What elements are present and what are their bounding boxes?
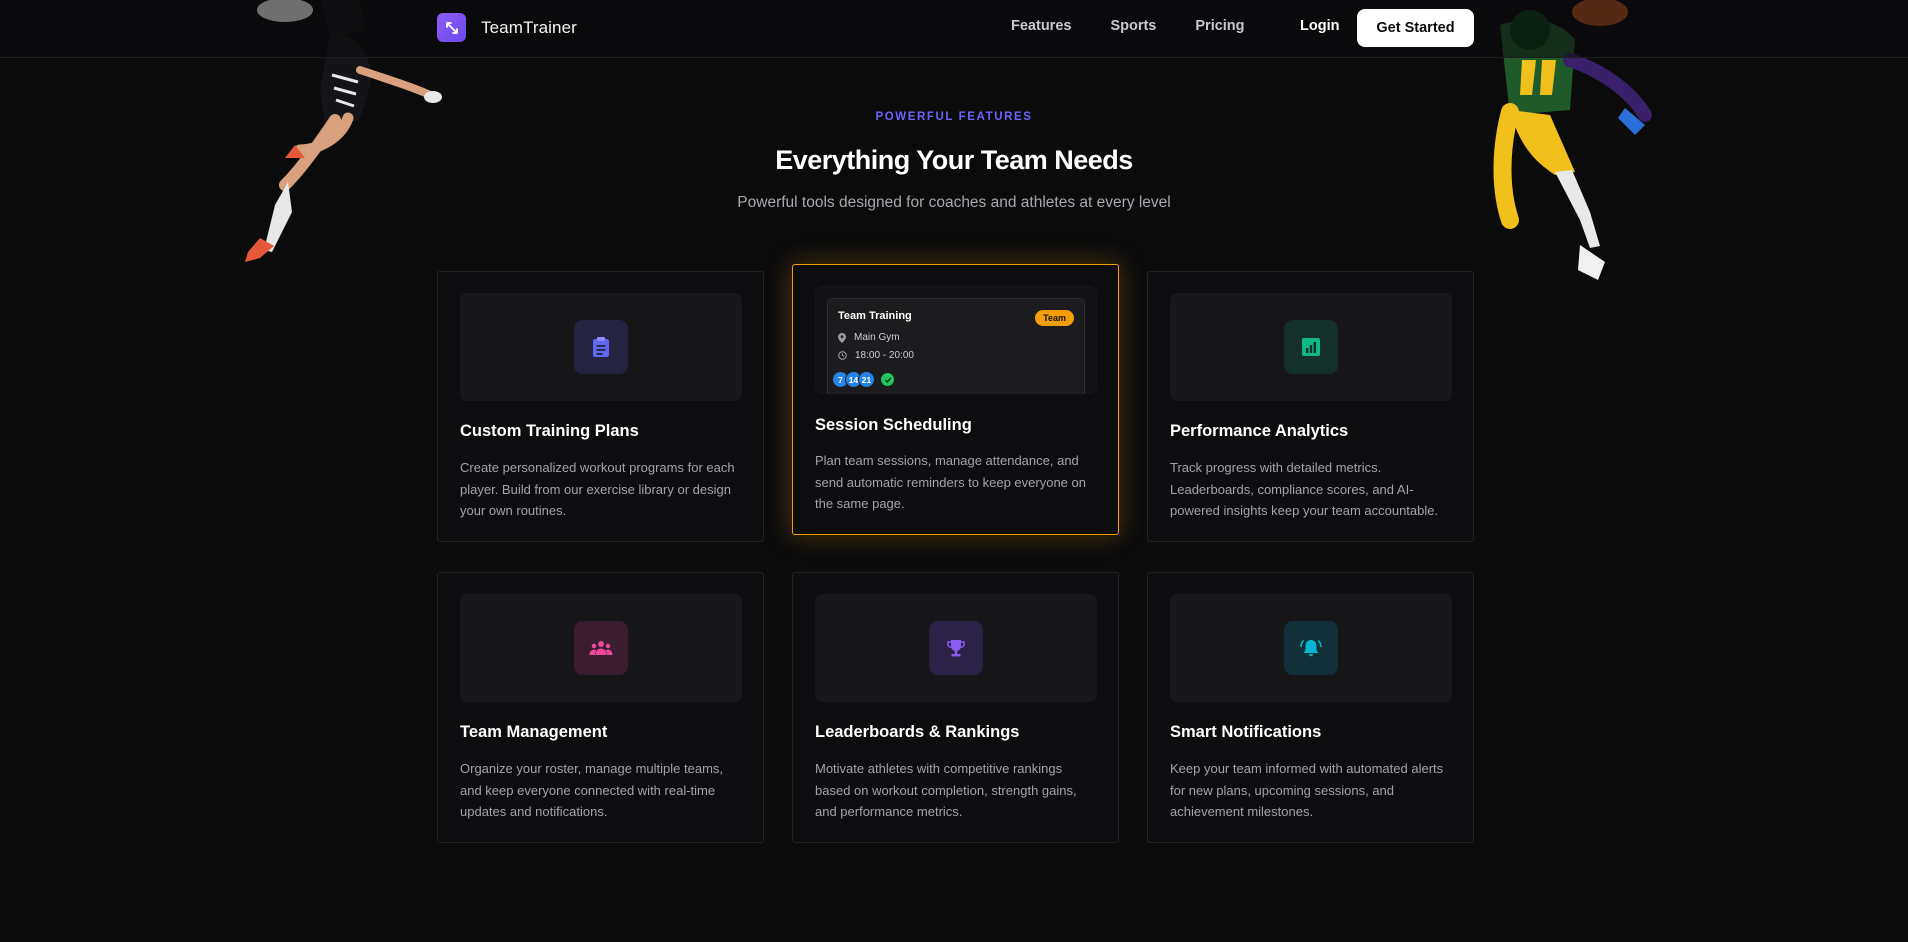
feature-card-smart-notifications[interactable]: Smart Notifications Keep your team infor… — [1147, 572, 1474, 843]
check-icon — [881, 373, 894, 386]
top-navbar: TeamTrainer Features Sports Pricing Logi… — [0, 0, 1908, 58]
feature-card-team-management[interactable]: Team Management Organize your roster, ma… — [437, 572, 764, 843]
nav-link-sports[interactable]: Sports — [1110, 18, 1156, 34]
feature-card-performance-analytics[interactable]: Performance Analytics Track progress wit… — [1147, 271, 1474, 542]
feature-card-session-scheduling[interactable]: Team Training Team Main Gym 18:00 - 20:0… — [792, 264, 1119, 535]
feature-card-training-plans[interactable]: Custom Training Plans Create personalize… — [437, 271, 764, 542]
feature-description: Organize your roster, manage multiple te… — [460, 761, 724, 819]
feature-title: Smart Notifications — [1170, 723, 1322, 741]
brand-name: TeamTrainer — [481, 17, 577, 37]
feature-card-leaderboards[interactable]: Leaderboards & Rankings Motivate athlete… — [792, 572, 1119, 843]
analytics-icon — [1284, 320, 1338, 374]
nav-links: Features Sports Pricing — [1011, 18, 1245, 34]
session-title: Team Training — [838, 310, 912, 322]
clipboard-icon — [574, 320, 628, 374]
session-location-row: Main Gym — [838, 332, 900, 343]
feature-title: Leaderboards & Rankings — [815, 723, 1020, 741]
feature-title: Team Management — [460, 723, 608, 741]
logo-icon — [437, 13, 466, 42]
feature-description: Keep your team informed with automated a… — [1170, 761, 1444, 819]
nav-link-features[interactable]: Features — [1011, 18, 1071, 34]
feature-description: Track progress with detailed metrics. Le… — [1170, 460, 1439, 518]
feature-icon-box — [1170, 293, 1452, 401]
feature-icon-box — [815, 594, 1097, 702]
trophy-icon — [929, 621, 983, 675]
attendee-avatars: 7 14 21 — [832, 371, 894, 388]
feature-description: Motivate athletes with competitive ranki… — [815, 761, 1077, 819]
bell-icon — [1284, 621, 1338, 675]
brand[interactable]: TeamTrainer — [437, 13, 577, 42]
feature-title: Performance Analytics — [1170, 422, 1349, 440]
group-icon — [574, 621, 628, 675]
nav-link-pricing[interactable]: Pricing — [1195, 18, 1244, 34]
feature-title: Custom Training Plans — [460, 422, 639, 440]
clock-icon — [838, 351, 847, 360]
session-card: Team Training Team Main Gym 18:00 - 20:0… — [827, 298, 1085, 394]
schedule-preview: Team Training Team Main Gym 18:00 - 20:0… — [815, 286, 1097, 394]
feature-icon-box — [460, 594, 742, 702]
session-badge: Team — [1035, 310, 1074, 326]
location-pin-icon — [838, 332, 846, 343]
feature-title: Session Scheduling — [815, 416, 972, 434]
attendee-avatar: 21 — [858, 371, 875, 388]
feature-icon-box — [1170, 594, 1452, 702]
session-time-row: 18:00 - 20:00 — [838, 350, 914, 361]
feature-description: Create personalized workout programs for… — [460, 460, 735, 518]
login-link[interactable]: Login — [1300, 18, 1339, 34]
feature-icon-box — [460, 293, 742, 401]
get-started-button[interactable]: Get Started — [1357, 9, 1474, 47]
session-location: Main Gym — [854, 332, 900, 343]
feature-description: Plan team sessions, manage attendance, a… — [815, 453, 1086, 511]
session-time: 18:00 - 20:00 — [855, 350, 914, 361]
